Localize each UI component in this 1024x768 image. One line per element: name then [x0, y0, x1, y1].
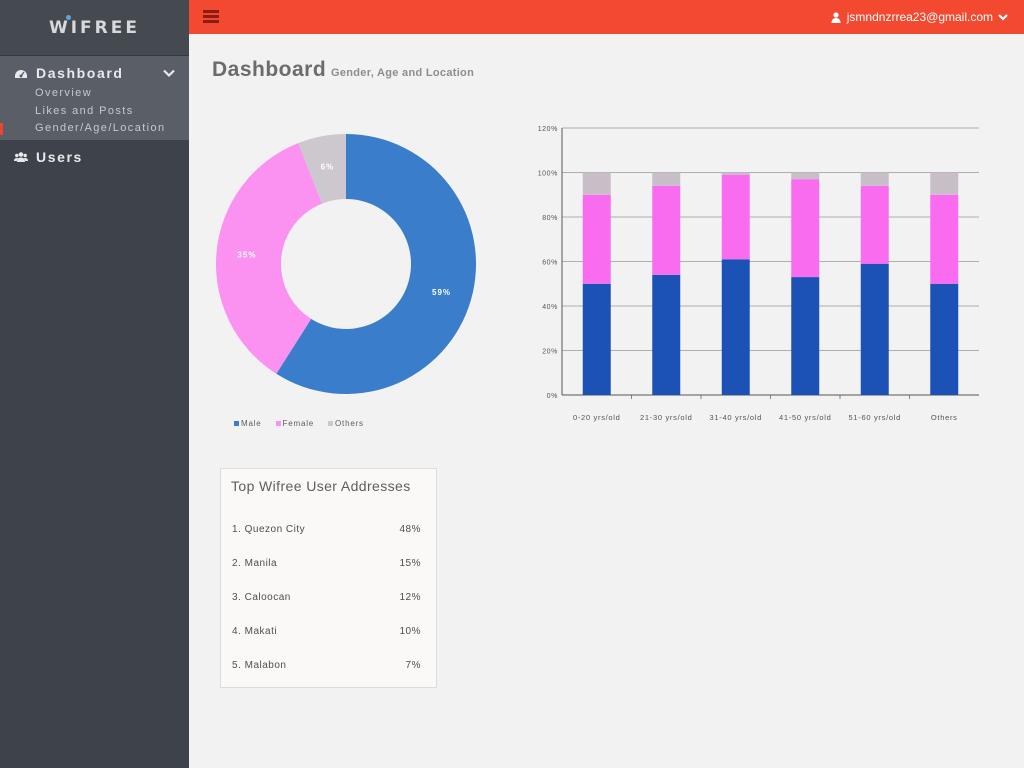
gender-donut-chart: 59% 35% 6%	[216, 134, 476, 394]
address-name: 4. Makati	[232, 626, 278, 637]
legend-label: Others	[335, 419, 364, 428]
hamburger-icon[interactable]	[203, 10, 219, 23]
address-name: 2. Manila	[232, 558, 278, 569]
bar-segment-2	[652, 172, 681, 186]
legend-item-female: Female	[275, 419, 315, 428]
address-name: 1. Quezon City	[232, 524, 306, 535]
list-item: 4. Makati 10%	[232, 626, 421, 637]
chevron-down-icon[interactable]	[163, 67, 175, 79]
y-tick-label: 120%	[538, 126, 558, 133]
page-title: Dashboard	[212, 58, 327, 81]
x-tick-label: 21-30 yrs/old	[640, 413, 692, 422]
dashboard-icon	[15, 70, 27, 78]
user-icon	[831, 11, 841, 23]
sidebar-item-dashboard[interactable]: Dashboard	[0, 64, 189, 82]
bar-segment-0	[930, 283, 959, 395]
x-tick-label: 51-60 yrs/old	[849, 413, 901, 422]
legend-label: Male	[241, 419, 262, 428]
donut-data-label: 35%	[237, 251, 256, 260]
legend-label: Female	[282, 419, 315, 428]
bar-segment-2	[582, 172, 611, 195]
y-tick-label: 40%	[542, 304, 558, 311]
bar-segment-2	[721, 172, 750, 175]
list-item: 5. Malabon 7%	[232, 660, 421, 671]
list-item: 1. Quezon City 48%	[232, 524, 421, 535]
sidebar-item-users[interactable]: Users	[0, 148, 189, 166]
page-subtitle: Gender, Age and Location	[331, 67, 475, 79]
donut-data-label: 6%	[321, 162, 335, 171]
legend-item-others: Others	[328, 419, 364, 428]
x-tick-label: 31-40 yrs/old	[710, 413, 762, 422]
bar-segment-0	[721, 259, 750, 395]
address-value: 7%	[405, 660, 421, 671]
address-value: 12%	[399, 592, 421, 603]
x-tick-label: Others	[931, 413, 958, 422]
user-menu[interactable]: jsmndnzrrea23@gmail.com	[831, 10, 1008, 24]
bar-segment-2	[791, 172, 820, 180]
legend-swatch	[234, 421, 239, 426]
sidebar: WIFREE Dashboard Overview Likes and Post…	[0, 0, 189, 768]
bar-segment-0	[652, 274, 681, 395]
sidebar-subitem-likes-posts[interactable]: Likes and Posts	[0, 103, 189, 121]
sidebar-item-label: Dashboard	[36, 65, 124, 81]
brand-name: WIFREE	[48, 17, 140, 38]
sidebar-subitem-gender-age-location[interactable]: Gender/Age/Location	[0, 120, 189, 138]
wifi-dot-icon	[65, 14, 71, 20]
bar-segment-0	[791, 277, 820, 395]
topbar: jsmndnzrrea23@gmail.com	[189, 0, 1024, 34]
address-value: 10%	[399, 626, 421, 637]
y-tick-label: 100%	[538, 171, 558, 178]
user-email: jsmndnzrrea23@gmail.com	[846, 10, 993, 24]
donut-data-label: 59%	[432, 288, 451, 297]
bar-segment-1	[721, 174, 750, 260]
donut-legend: Male Female Others	[234, 419, 378, 428]
bar-segment-1	[930, 194, 959, 284]
brand[interactable]: WIFREE	[0, 0, 189, 56]
y-tick-label: 80%	[542, 215, 558, 222]
list-item: 3. Caloocan 12%	[232, 592, 421, 603]
legend-swatch	[275, 421, 281, 426]
brand-logo: WIFREE	[48, 14, 140, 38]
bar-segment-1	[860, 185, 889, 264]
sidebar-item-label: Users	[36, 148, 83, 165]
y-tick-label: 20%	[542, 349, 558, 356]
chevron-down-icon	[998, 14, 1008, 21]
bar-segment-2	[930, 172, 959, 195]
bar-segment-1	[791, 179, 820, 278]
address-name: 5. Malabon	[232, 660, 287, 671]
address-value: 48%	[399, 524, 421, 535]
list-item: 2. Manila 15%	[232, 558, 421, 569]
bar-segment-2	[860, 172, 889, 186]
legend-item-male: Male	[234, 419, 262, 428]
y-tick-label: 60%	[542, 260, 558, 267]
age-stacked-bar-chart: 0% 20% 40% 60% 80% 100% 120% 0-20 yrs/old 21-30 …	[538, 126, 979, 422]
bar-segment-1	[582, 194, 611, 284]
sidebar-section-dashboard: Dashboard Overview Likes and Posts Gende…	[0, 56, 189, 140]
users-icon	[14, 151, 28, 162]
x-tick-label: 0-20 yrs/old	[573, 413, 621, 422]
legend-swatch	[328, 421, 334, 426]
bar-segment-0	[582, 283, 611, 395]
x-tick-label: 41-50 yrs/old	[779, 413, 831, 422]
top-addresses-card: Top Wifree User Addresses 1. Quezon City…	[220, 468, 437, 688]
bar-segment-1	[652, 185, 681, 275]
bar-segment-0	[860, 263, 889, 395]
card-title: Top Wifree User Addresses	[231, 478, 411, 494]
y-tick-label: 0%	[547, 393, 558, 400]
sidebar-subitem-overview[interactable]: Overview	[0, 85, 189, 103]
address-value: 15%	[399, 558, 421, 569]
address-name: 3. Caloocan	[232, 592, 291, 603]
